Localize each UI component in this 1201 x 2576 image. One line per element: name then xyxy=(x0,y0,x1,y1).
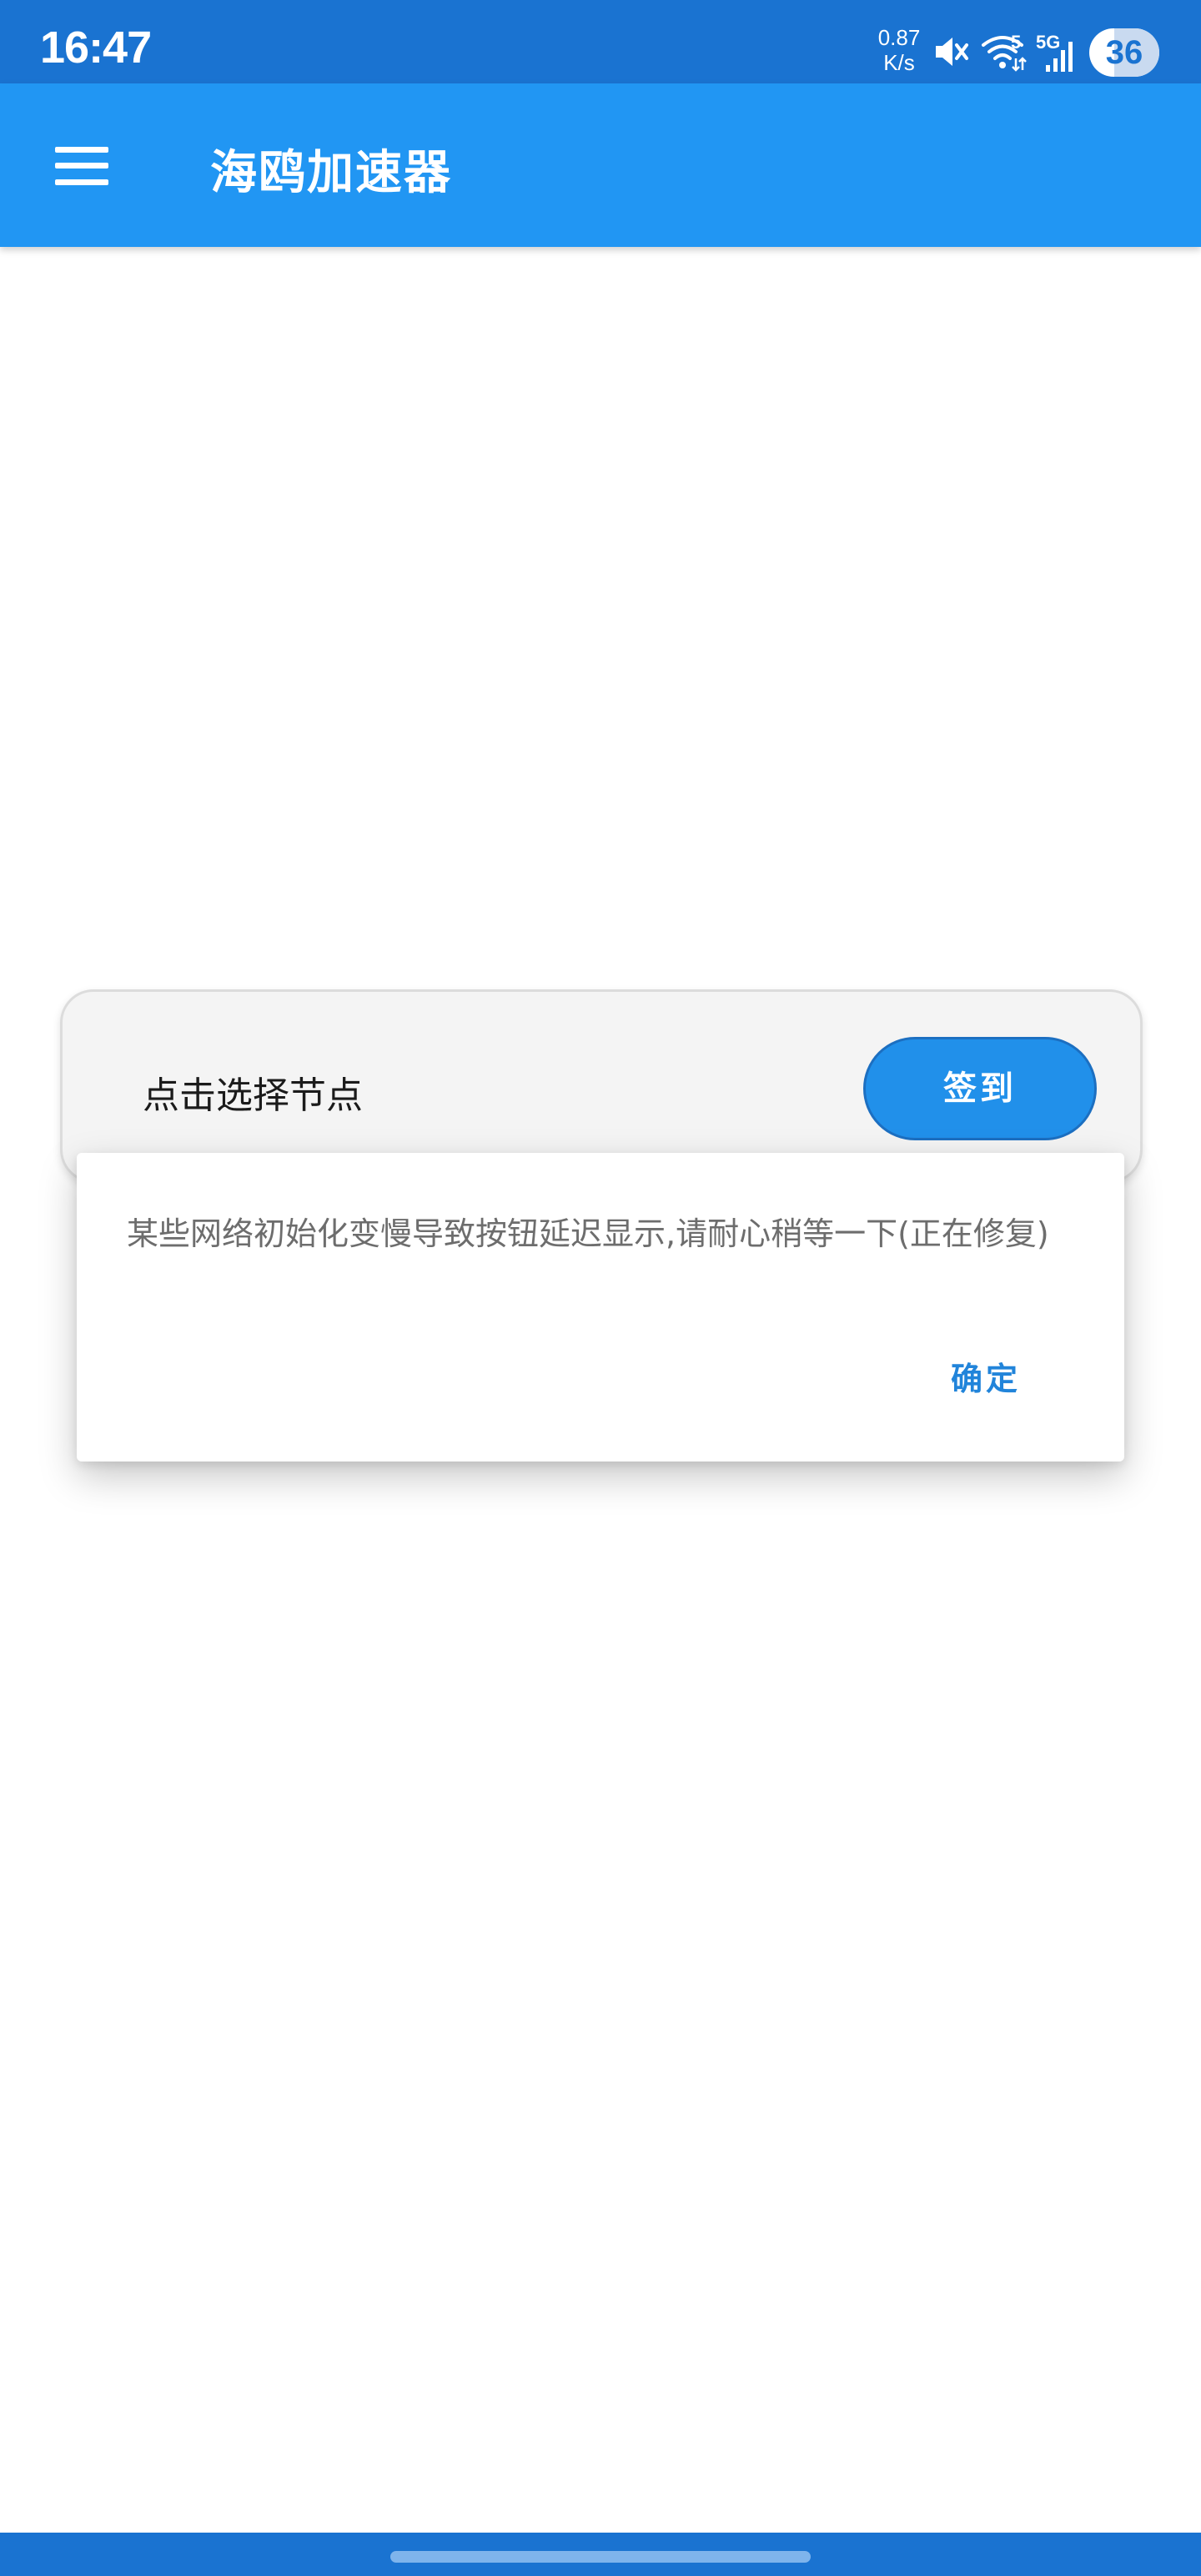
select-node-label[interactable]: 点击选择节点 xyxy=(143,1065,363,1119)
menu-icon[interactable] xyxy=(55,147,108,185)
status-time: 16:47 xyxy=(40,23,152,73)
battery-indicator: 36 xyxy=(1089,28,1159,77)
cellular-signal-icon xyxy=(1046,42,1073,72)
battery-level: 36 xyxy=(1105,34,1143,71)
navigation-bar xyxy=(0,2533,1201,2576)
mute-icon xyxy=(936,38,968,66)
dialog-message: 某些网络初始化变慢导致按钮延迟显示,请耐心稍等一下(正在修复) xyxy=(127,1215,1049,1252)
network-speed-value: 0.87 xyxy=(877,25,921,50)
home-indicator[interactable] xyxy=(390,2551,811,2563)
status-bar: 16:47 0.87 K/s 5 5G 36 xyxy=(0,0,1201,83)
checkin-button[interactable]: 签到 xyxy=(863,1037,1097,1140)
network-speed-unit: K/s xyxy=(883,50,915,75)
network-speed: 0.87 K/s xyxy=(876,25,922,75)
confirm-button[interactable]: 确定 xyxy=(951,1353,1021,1399)
app-bar: 海鸥加速器 xyxy=(0,83,1201,247)
alert-dialog: 某些网络初始化变慢导致按钮延迟显示,请耐心稍等一下(正在修复) 确定 xyxy=(77,1153,1124,1462)
wifi-badge: 5 xyxy=(1011,32,1022,53)
app-title: 海鸥加速器 xyxy=(210,146,452,200)
